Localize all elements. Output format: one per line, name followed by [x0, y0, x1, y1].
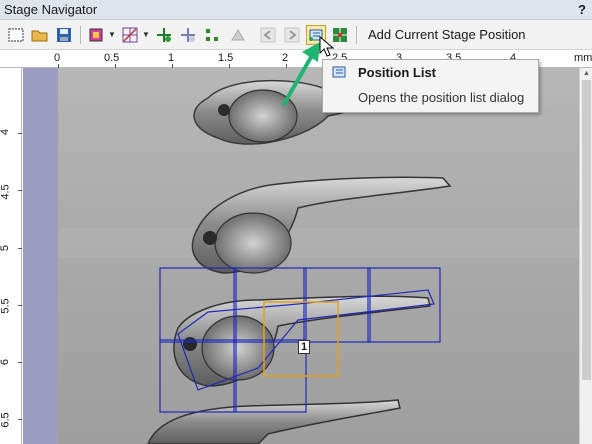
ruler-y-label: 4.5: [0, 184, 12, 200]
ruler-y-label: 5: [0, 244, 12, 252]
open-folder-icon[interactable]: [30, 25, 50, 45]
help-button[interactable]: ?: [578, 2, 586, 17]
ruler-y-label: 6.5: [0, 412, 12, 428]
scroll-up-icon[interactable]: ▲: [582, 70, 591, 78]
vertical-scrollbar[interactable]: ▲: [579, 68, 592, 444]
ruler-x-label: 1: [168, 52, 175, 64]
window-title: Stage Navigator: [4, 2, 98, 17]
ruler-tick: [18, 362, 22, 363]
ruler-tick: [18, 248, 22, 249]
ruler-y-label: 4: [0, 128, 12, 136]
zebrafish-image: [58, 68, 579, 444]
toolbar-separator: [356, 26, 357, 44]
remove-point-icon[interactable]: [178, 25, 198, 45]
title-bar: Stage Navigator ?: [0, 0, 592, 20]
mouse-cursor-icon: [319, 36, 335, 57]
ruler-x-label: 0: [54, 52, 61, 64]
add-point-icon[interactable]: [154, 25, 174, 45]
focus-points-icon[interactable]: [202, 25, 222, 45]
chevron-down-icon[interactable]: ▼: [142, 30, 150, 39]
define-grid-icon[interactable]: [120, 25, 140, 45]
ruler-tick: [18, 419, 22, 420]
add-current-stage-position-button[interactable]: Add Current Stage Position: [362, 25, 532, 45]
select-rect-icon[interactable]: [6, 25, 26, 45]
tooltip: Position List Opens the position list di…: [322, 59, 539, 113]
vertical-ruler: 4 4.5 5 5.5 6 6.5: [0, 68, 22, 444]
chevron-down-icon[interactable]: ▼: [108, 30, 116, 39]
ruler-tick: [18, 190, 22, 191]
save-disk-icon[interactable]: [54, 25, 74, 45]
ruler-y-label: 5.5: [0, 298, 12, 314]
toolbar-separator: [80, 26, 81, 44]
ruler-x-label: 0.5: [104, 52, 120, 64]
ruler-y-label: 6: [0, 358, 12, 366]
tooltip-title: Position List: [358, 65, 436, 80]
position-list-icon: [332, 66, 346, 78]
ruler-unit-label: mm: [574, 52, 592, 64]
ruler-tick: [18, 133, 22, 134]
microscope-image[interactable]: [58, 68, 579, 444]
position-number-label: 1: [298, 340, 310, 354]
ruler-tick: [18, 305, 22, 306]
define-area-icon[interactable]: [86, 25, 106, 45]
tooltip-description: Opens the position list dialog: [358, 90, 525, 105]
ruler-x-label: 1.5: [218, 52, 234, 64]
scroll-thumb[interactable]: [582, 80, 591, 380]
back-arrow-icon[interactable]: [258, 25, 278, 45]
calibrate-icon[interactable]: [228, 25, 248, 45]
